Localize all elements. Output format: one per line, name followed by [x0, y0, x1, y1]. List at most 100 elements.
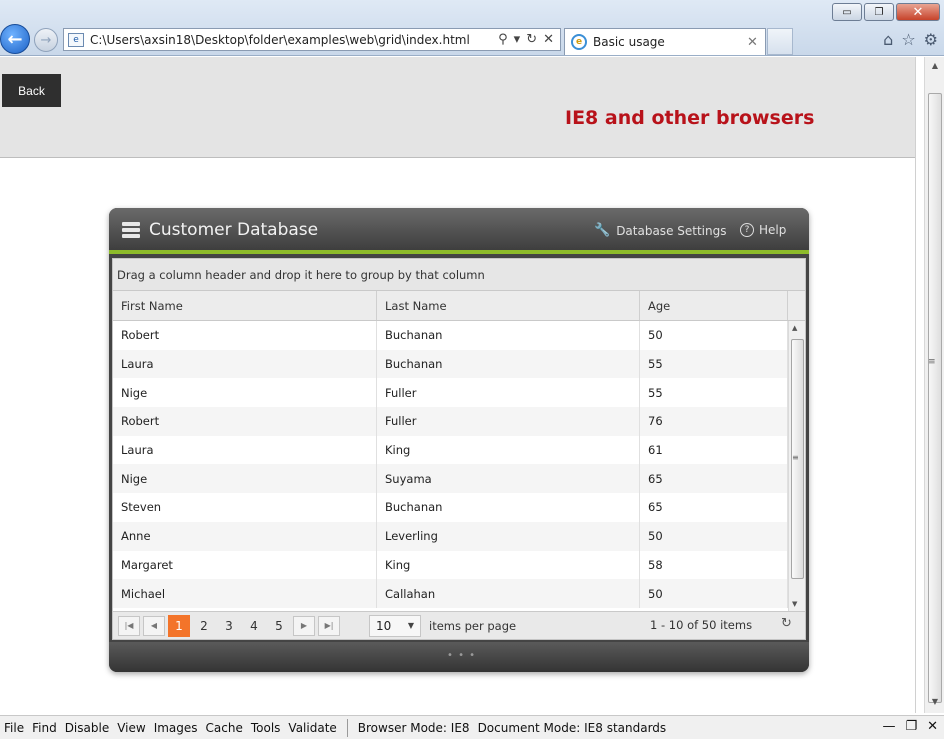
grid-body: Robert Buchanan 50 Laura Buchanan 55 Nige Fulle… — [113, 321, 805, 611]
cell-age: 55 — [640, 378, 788, 408]
cell-first-name: Robert — [113, 407, 377, 436]
resize-grip-icon[interactable]: • • • — [447, 650, 476, 661]
back-button[interactable]: Back — [2, 74, 61, 107]
page-size-select[interactable]: 10 ▼ — [369, 614, 421, 637]
search-icon[interactable]: ⚲ — [498, 32, 508, 47]
refresh-icon[interactable]: ↻ — [781, 616, 792, 631]
devbar-menu-view[interactable]: View — [113, 721, 149, 735]
table-row[interactable]: Nige Suyama 65 — [113, 464, 805, 494]
page-number-4[interactable]: 4 — [243, 615, 265, 637]
scroll-down-icon[interactable]: ▼ — [929, 697, 941, 709]
table-row[interactable]: Robert Fuller 76 — [113, 407, 805, 436]
minimize-icon[interactable]: — — [882, 719, 895, 734]
table-row[interactable]: Margaret King 58 — [113, 550, 805, 580]
chevron-down-icon: ▼ — [407, 621, 414, 630]
customer-database-widget: Customer Database 🔧 Database Settings ? … — [109, 208, 809, 672]
restore-button[interactable]: ❐ — [864, 3, 894, 21]
devbar-menu-disable[interactable]: Disable — [61, 721, 114, 735]
table-row[interactable]: Steven Buchanan 65 — [113, 493, 805, 522]
page-title: IE8 and other browsers — [565, 107, 815, 129]
page-number-2[interactable]: 2 — [193, 615, 215, 637]
close-window-button[interactable]: ✕ — [896, 3, 940, 21]
header-spacer — [788, 291, 805, 320]
devbar-menu-find[interactable]: Find — [28, 721, 61, 735]
cell-first-name: Robert — [113, 321, 377, 350]
cell-first-name: Laura — [113, 435, 377, 465]
page-scrollbar[interactable]: ▲ ≡ ▼ — [924, 57, 944, 713]
devbar-menu-tools[interactable]: Tools — [247, 721, 285, 735]
column-header-first-name[interactable]: First Name — [113, 291, 377, 320]
next-page-icon[interactable]: ▶ — [293, 615, 315, 636]
star-icon[interactable]: ☆ — [901, 30, 915, 49]
page-icon: e — [68, 32, 84, 47]
cell-age: 65 — [640, 464, 788, 494]
grid-scrollbar[interactable]: ▲ ≡ ▼ — [788, 321, 805, 611]
home-icon[interactable]: ⌂ — [883, 30, 893, 49]
stop-icon[interactable]: ✕ — [543, 32, 554, 47]
table-row[interactable]: Nige Fuller 55 — [113, 378, 805, 408]
page-divider — [915, 57, 916, 713]
close-icon[interactable]: ✕ — [927, 719, 938, 734]
minimize-button[interactable]: ▭ — [832, 3, 862, 21]
cell-first-name: Michael — [113, 579, 377, 608]
page-number-3[interactable]: 3 — [218, 615, 240, 637]
refresh-icon[interactable]: ↻ — [526, 32, 537, 47]
browser-tab[interactable]: e Basic usage ✕ — [564, 28, 766, 55]
page-header: Back IE8 and other browsers — [0, 57, 916, 158]
page-viewport: Back IE8 and other browsers Customer Dat… — [0, 57, 924, 713]
gear-icon[interactable]: ⚙ — [924, 30, 938, 49]
table-row[interactable]: Anne Leverling 50 — [113, 521, 805, 551]
close-tab-icon[interactable]: ✕ — [747, 35, 765, 50]
window-controls: ▭ ❐ ✕ — [832, 3, 940, 21]
cell-last-name: Suyama — [377, 464, 640, 494]
column-header-age[interactable]: Age — [640, 291, 788, 320]
cell-first-name: Steven — [113, 493, 377, 522]
cell-last-name: Fuller — [377, 407, 640, 436]
undock-icon[interactable]: ❐ — [905, 719, 917, 734]
scroll-down-icon[interactable]: ▼ — [792, 600, 797, 608]
cell-last-name: Fuller — [377, 378, 640, 408]
address-url[interactable]: C:\Users\axsin18\Desktop\folder\examples… — [90, 33, 498, 47]
group-drop-area[interactable]: Drag a column header and drop it here to… — [113, 259, 805, 291]
browser-mode[interactable]: Browser Mode: IE8 — [354, 721, 474, 735]
dropdown-icon[interactable]: ▾ — [514, 32, 521, 47]
cell-first-name: Margaret — [113, 550, 377, 580]
devbar-menu-images[interactable]: Images — [150, 721, 202, 735]
page-size-label: items per page — [429, 618, 517, 633]
last-page-icon[interactable]: ▶| — [318, 615, 340, 636]
column-header-row: First Name Last Name Age — [113, 291, 805, 321]
devbar-menu-validate[interactable]: Validate — [284, 721, 340, 735]
table-row[interactable]: Michael Callahan 50 — [113, 579, 805, 608]
scroll-up-icon[interactable]: ▲ — [929, 61, 941, 73]
forward-arrow-icon[interactable]: → — [34, 28, 58, 52]
address-bar[interactable]: e C:\Users\axsin18\Desktop\folder\exampl… — [63, 28, 561, 51]
widget-header: Customer Database 🔧 Database Settings ? … — [109, 208, 809, 254]
scroll-up-icon[interactable]: ▲ — [792, 324, 797, 332]
back-arrow-icon[interactable]: ← — [0, 24, 30, 54]
first-page-icon[interactable]: |◀ — [118, 615, 140, 636]
table-row[interactable]: Robert Buchanan 50 — [113, 321, 805, 350]
cell-age: 61 — [640, 435, 788, 465]
new-tab-button[interactable] — [767, 28, 793, 55]
scroll-grip-icon: ≡ — [792, 453, 799, 462]
page-scroll-thumb[interactable] — [928, 93, 942, 703]
column-header-last-name[interactable]: Last Name — [377, 291, 640, 320]
browser-mode-value: IE8 — [450, 720, 470, 735]
cell-age: 50 — [640, 321, 788, 350]
document-mode[interactable]: Document Mode: IE8 standards — [474, 721, 671, 735]
page-number-5[interactable]: 5 — [268, 615, 290, 637]
cell-first-name: Laura — [113, 349, 377, 379]
prev-page-icon[interactable]: ◀ — [143, 615, 165, 636]
devbar-menu-cache[interactable]: Cache — [202, 721, 247, 735]
cell-age: 50 — [640, 579, 788, 608]
table-row[interactable]: Laura King 61 — [113, 435, 805, 465]
cell-last-name: Leverling — [377, 521, 640, 551]
table-row[interactable]: Laura Buchanan 55 — [113, 349, 805, 379]
database-settings-button[interactable]: 🔧 Database Settings — [594, 223, 726, 238]
page-number-1[interactable]: 1 — [168, 614, 190, 637]
devbar-menu-file[interactable]: File — [0, 721, 28, 735]
devbar-window-controls: — ❐ ✕ — [882, 719, 938, 734]
cell-age: 50 — [640, 521, 788, 551]
document-mode-value: IE8 standards — [584, 720, 667, 735]
help-button[interactable]: ? Help — [740, 223, 786, 237]
